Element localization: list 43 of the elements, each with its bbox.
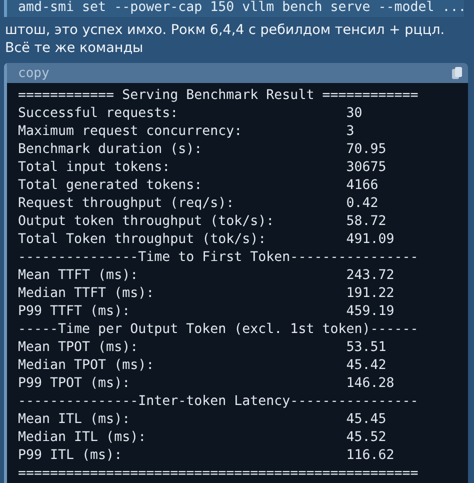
code-line: ---------------Inter-token Latency---------------- — [18, 393, 420, 411]
metric-value: 4166 — [346, 177, 378, 195]
code-line: ============ Serving Benchmark Result ============ — [18, 87, 420, 105]
inline-code: amd-smi set --power-cap 150 vllm bench serve --model ... — [4, 0, 464, 17]
metric-value: 459.19 — [346, 303, 394, 321]
metric-value: 45.52 — [346, 429, 386, 447]
metric-value: 146.28 — [346, 375, 394, 393]
metric-label: Mean TTFT (ms): — [18, 267, 140, 285]
metric-label: Successful requests: — [18, 105, 180, 123]
metric-value: 30675 — [346, 159, 386, 177]
metric-label: Mean TPOT (ms): — [18, 339, 140, 357]
metric-value: 45.42 — [346, 357, 386, 375]
metric-value: 45.45 — [346, 411, 386, 429]
metric-label: Total Token throughput (tok/s): — [18, 231, 268, 249]
metric-label: Output token throughput (tok/s): — [18, 213, 276, 231]
copy-icon[interactable] — [452, 67, 462, 79]
metric-label: Total generated tokens: — [18, 177, 204, 195]
metric-label: Total input tokens: — [18, 159, 172, 177]
metric-value: 70.95 — [346, 141, 386, 159]
metric-label: P99 TPOT (ms): — [18, 375, 132, 393]
code-line: ---------------Time to First Token---------------- — [18, 249, 420, 267]
metric-value: 116.62 — [346, 447, 394, 465]
code-line: -----Time per Output Token (excl. 1st token)------ — [18, 321, 420, 339]
metric-value: 53.51 — [346, 339, 386, 357]
metric-label: P99 TTFT (ms): — [18, 303, 132, 321]
message-text: штош, это успех имхо. Рокм 6,4,4 с ребилдом тенсил + рццл. Всё те же команды — [4, 21, 446, 57]
code-line: ================================================== — [18, 465, 420, 483]
metric-value: 3 — [346, 123, 354, 141]
code-language-label: copy — [18, 66, 50, 80]
metric-label: Median TTFT (ms): — [18, 285, 156, 303]
metric-label: P99 ITL (ms): — [18, 447, 124, 465]
metric-value: 491.09 — [346, 231, 394, 249]
metric-label: Benchmark duration (s): — [18, 141, 204, 159]
metric-value: 243.72 — [346, 267, 394, 285]
metric-label: Maximum request concurrency: — [18, 123, 244, 141]
metric-value: 30 — [346, 105, 362, 123]
metric-value: 0.42 — [346, 195, 378, 213]
metric-value: 58.72 — [346, 213, 386, 231]
metric-label: Median ITL (ms): — [18, 429, 148, 447]
metric-label: Mean ITL (ms): — [18, 411, 132, 429]
metric-label: Request throughput (req/s): — [18, 195, 236, 213]
metric-value: 191.22 — [346, 285, 394, 303]
metric-label: Median TPOT (ms): — [18, 357, 156, 375]
